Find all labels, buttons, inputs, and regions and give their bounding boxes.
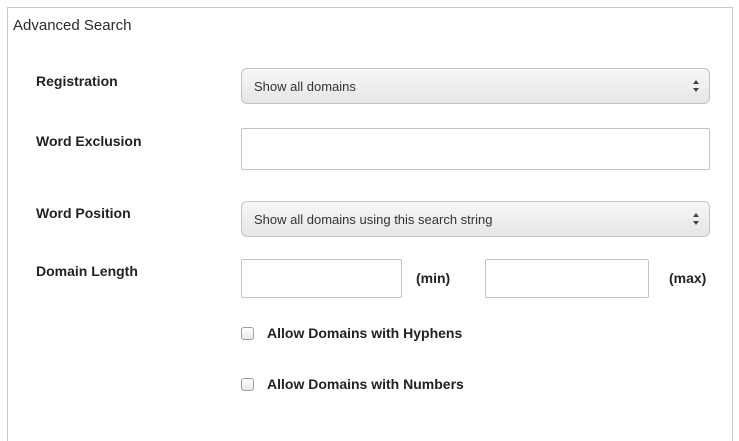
allow-hyphens-checkbox[interactable] xyxy=(241,327,254,340)
panel-title: Advanced Search xyxy=(13,17,132,34)
select-arrows-icon xyxy=(693,213,699,225)
domain-length-max-input[interactable] xyxy=(485,259,649,298)
word-exclusion-label: Word Exclusion xyxy=(36,133,142,149)
word-position-label: Word Position xyxy=(36,205,131,221)
word-position-select[interactable]: Show all domains using this search strin… xyxy=(241,201,710,237)
select-arrows-icon xyxy=(693,80,699,92)
registration-select-value: Show all domains xyxy=(254,79,356,94)
allow-hyphens-label[interactable]: Allow Domains with Hyphens xyxy=(267,325,462,341)
domain-length-label: Domain Length xyxy=(36,263,138,279)
advanced-search-panel: Advanced Search Registration Show all do… xyxy=(7,7,733,441)
min-unit-label: (min) xyxy=(416,270,451,286)
registration-select[interactable]: Show all domains xyxy=(241,68,710,104)
max-unit-label: (max) xyxy=(669,270,707,286)
allow-numbers-checkbox[interactable] xyxy=(241,378,254,391)
domain-length-min-input[interactable] xyxy=(241,259,402,298)
allow-numbers-label[interactable]: Allow Domains with Numbers xyxy=(267,376,464,392)
word-exclusion-input[interactable] xyxy=(241,128,710,170)
registration-label: Registration xyxy=(36,73,118,89)
word-position-select-value: Show all domains using this search strin… xyxy=(254,212,493,227)
